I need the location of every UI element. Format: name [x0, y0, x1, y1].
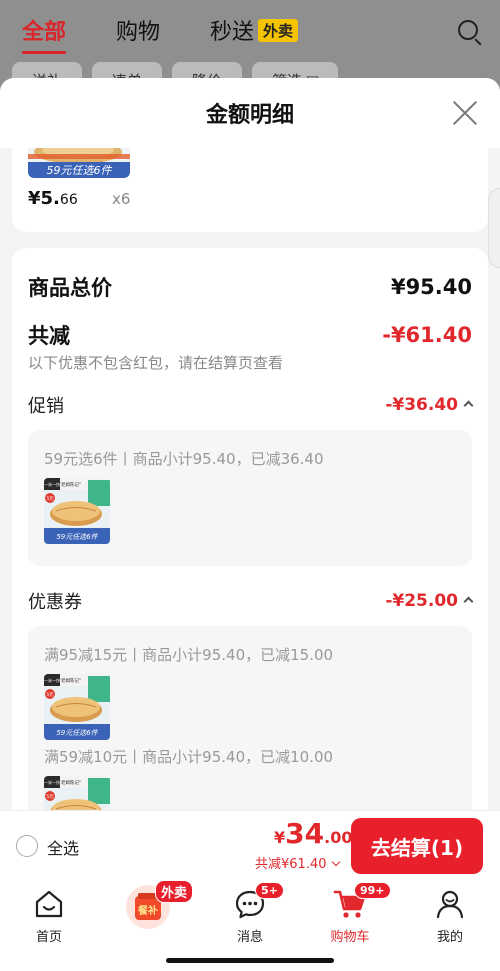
pay-price-dec: .00	[324, 828, 353, 847]
coupon-value-wrap: -¥25.00	[385, 591, 474, 611]
checkout-button[interactable]: 去结算(1)	[351, 818, 483, 874]
promo-detail-box: 59元选6件丨商品小计95.40，已减36.40 一米一饼 "老姆陈记" 5元 …	[28, 430, 472, 566]
tab-profile-label: 我的	[436, 930, 463, 945]
select-all-radio[interactable]	[16, 835, 38, 857]
tab-profile[interactable]: 我的	[415, 886, 485, 945]
profile-icon	[415, 886, 485, 922]
home-icon	[14, 886, 84, 922]
cart-icon: 99+	[314, 882, 391, 922]
svg-text:一米一饼: 一米一饼	[44, 779, 60, 785]
item-quantity: x6	[112, 190, 131, 208]
home-indicator	[166, 958, 334, 963]
promo-line: 59元选6件丨商品小计95.40，已减36.40	[44, 450, 324, 468]
cart-badge: 99+	[354, 882, 391, 899]
total-reduce-toggle[interactable]: 共减¥61.40	[255, 853, 340, 872]
svg-text:"老姆陈记": "老姆陈记"	[59, 677, 81, 684]
promo-value: -¥36.40	[385, 395, 458, 415]
close-icon[interactable]	[452, 100, 478, 126]
svg-text:5元: 5元	[46, 692, 54, 698]
total-reduce-text: 共减¥61.40	[255, 857, 327, 872]
svg-text:"老姆陈记": "老姆陈记"	[59, 481, 81, 488]
waimai-tab-badge: 外卖	[155, 880, 194, 903]
search-icon[interactable]	[458, 20, 478, 40]
messages-badge: 5+	[255, 882, 284, 899]
select-all-label[interactable]: 全选	[47, 835, 79, 859]
promo-label: 促销	[28, 396, 64, 417]
coupon-detail-box: 满95减15元丨商品小计95.40，已减15.00 一米一饼 "老姆陈记" 5元…	[28, 626, 472, 828]
tab-shopping[interactable]: 购物	[116, 14, 160, 46]
chevron-up-icon	[463, 596, 474, 607]
tab-home-label: 首页	[35, 930, 62, 945]
total-label: 商品总价	[28, 276, 112, 300]
reduce-row: 共减 -¥61.40	[28, 320, 472, 350]
svg-text:一米一饼: 一米一饼	[44, 677, 60, 683]
coupon-line: 满95减15元丨商品小计95.40，已减15.00	[44, 646, 334, 664]
chevron-up-icon	[463, 400, 474, 411]
price-summary-card: 商品总价 ¥95.40 共减 -¥61.40 以下优惠不包含红包，请在结算页查看…	[12, 248, 488, 828]
tab-miaosong[interactable]: 秒送 外卖	[210, 14, 299, 46]
product-thumbnail: 59元任选6件	[28, 148, 130, 178]
svg-text:59元任选6件: 59元任选6件	[56, 729, 98, 737]
coupon-row[interactable]: 优惠券 -¥25.00	[28, 588, 474, 614]
pay-price-symbol: ¥	[274, 828, 286, 847]
coupon-line: 满59减10元丨商品小计95.40，已减10.00	[44, 748, 334, 766]
tab-messages[interactable]: 5+ 消息	[215, 882, 285, 945]
checkout-bar: 全选 ¥34.00 共减¥61.40 去结算(1)	[0, 810, 500, 880]
background-tabs: 全部 购物 秒送 外卖	[22, 14, 299, 54]
reduce-value: -¥61.40	[382, 323, 472, 347]
meal-bag-icon: 餐补 外卖	[113, 880, 194, 932]
product-image: 一米一饼 "老姆陈记" 5元 59元任选6件	[44, 674, 110, 740]
total-value: ¥95.40	[390, 275, 472, 299]
product-image: 一米一饼 "老姆陈记" 5元 59元任选6件	[44, 478, 110, 544]
chevron-down-icon	[331, 857, 340, 867]
total-row: 商品总价 ¥95.40	[28, 272, 472, 302]
side-handle	[488, 188, 500, 268]
svg-text:"老姆陈记": "老姆陈记"	[59, 779, 81, 786]
meal-bag-text: 餐补	[137, 904, 158, 917]
thumb-banner: 59元任选6件	[47, 164, 113, 177]
waimai-badge: 外卖	[258, 19, 299, 42]
tab-miaosong-label: 秒送	[210, 20, 255, 45]
price-dec: 66	[59, 192, 78, 208]
message-icon: 5+	[215, 882, 285, 922]
svg-text:5元: 5元	[46, 794, 54, 800]
item-unit-price: ¥5.66	[28, 188, 78, 209]
tab-all[interactable]: 全部	[22, 14, 67, 54]
item-card: 59元任选6件 ¥5.66 x6	[12, 148, 488, 232]
coupon-value: -¥25.00	[385, 591, 458, 611]
coupon-label: 优惠券	[28, 592, 82, 613]
tab-waimai[interactable]: 餐补 外卖	[113, 880, 194, 932]
promo-row[interactable]: 促销 -¥36.40	[28, 392, 474, 418]
price-int: 5.	[40, 188, 60, 209]
promo-value-wrap: -¥36.40	[385, 395, 474, 415]
price-symbol: ¥	[28, 188, 41, 209]
discount-note: 以下优惠不包含红包，请在结算页查看	[28, 354, 284, 372]
reduce-label: 共减	[28, 324, 70, 348]
tab-cart[interactable]: 99+ 购物车	[314, 882, 391, 945]
total-pay-price: ¥34.00	[274, 817, 352, 850]
svg-text:5元: 5元	[46, 496, 54, 502]
tab-cart-label: 购物车	[330, 930, 370, 945]
svg-text:一米一饼: 一米一饼	[44, 481, 60, 487]
sheet-header: 金额明细	[0, 78, 500, 148]
tab-home[interactable]: 首页	[14, 886, 84, 945]
tab-messages-label: 消息	[236, 930, 263, 945]
pay-price-int: 34	[285, 817, 325, 850]
svg-text:59元任选6件: 59元任选6件	[56, 533, 98, 541]
sheet-title: 金额明细	[205, 103, 294, 128]
